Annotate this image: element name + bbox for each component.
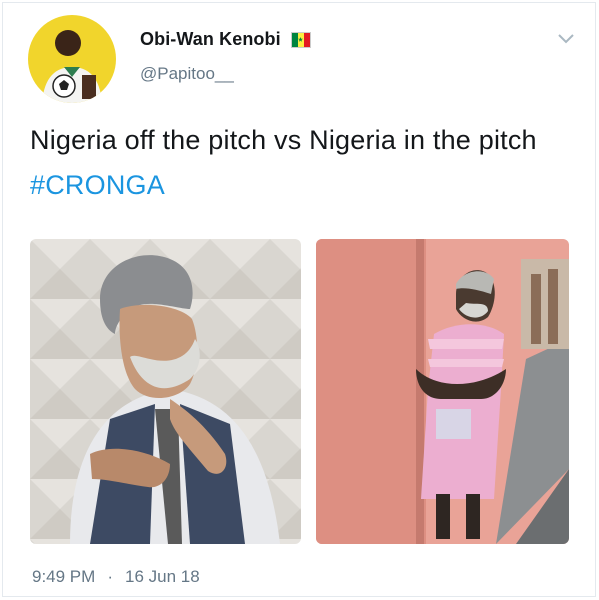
tweet-timestamp[interactable]: 9:49 PM · 16 Jun 18 bbox=[32, 567, 200, 587]
avatar[interactable] bbox=[28, 15, 116, 103]
photo-right[interactable] bbox=[316, 239, 569, 544]
tweet-body: Nigeria off the pitch vs Nigeria in the … bbox=[30, 125, 537, 155]
tweet-text: Nigeria off the pitch vs Nigeria in the … bbox=[30, 118, 570, 208]
display-name[interactable]: Obi-Wan Kenobi bbox=[140, 29, 311, 50]
tweet-time: 9:49 PM bbox=[32, 567, 96, 586]
user-handle[interactable]: @Papitoo__ bbox=[140, 64, 234, 84]
tweet-card: Obi-Wan Kenobi @Papitoo__ Nigeria off th… bbox=[2, 2, 596, 597]
hashtag-link[interactable]: #CRONGA bbox=[30, 170, 165, 200]
tweet-date: 16 Jun 18 bbox=[124, 567, 200, 586]
timestamp-separator: · bbox=[107, 567, 113, 586]
senegal-flag-icon bbox=[290, 31, 311, 48]
display-name-text: Obi-Wan Kenobi bbox=[140, 29, 281, 49]
chevron-down-icon[interactable] bbox=[556, 32, 576, 46]
photo-left[interactable] bbox=[30, 239, 301, 544]
